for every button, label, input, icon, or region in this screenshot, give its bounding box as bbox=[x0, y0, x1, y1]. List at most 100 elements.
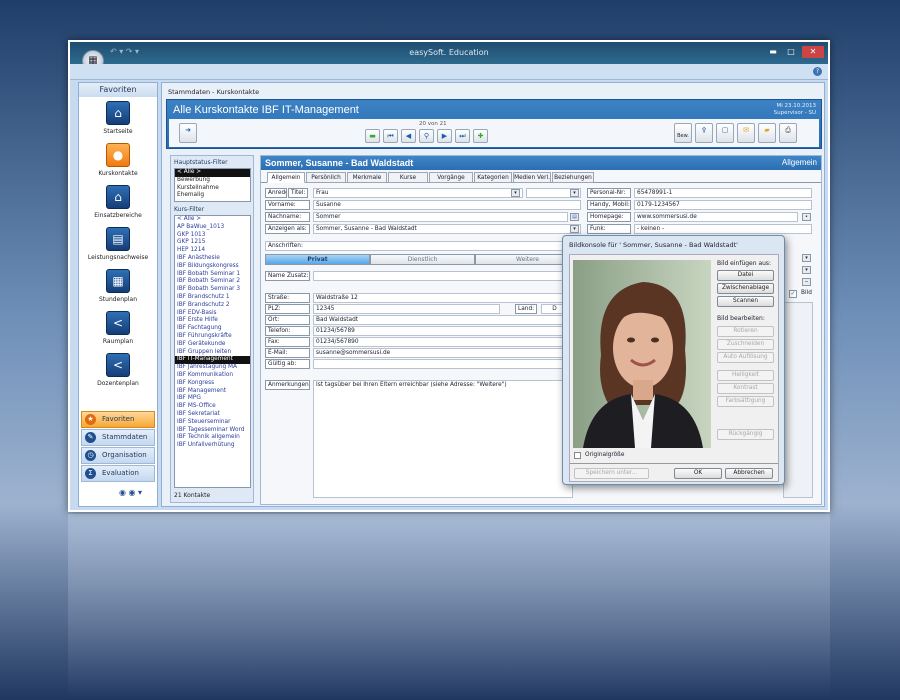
sidebar-item-startseite[interactable]: ⌂ Startseite bbox=[79, 101, 157, 135]
name-zusatz-field[interactable] bbox=[313, 271, 573, 281]
course-filter-item[interactable]: HEP 1214 bbox=[175, 247, 250, 255]
sidebar-item-leistungsnachweise[interactable]: ▤ Leistungsnachweise bbox=[79, 227, 157, 261]
picture-box[interactable] bbox=[783, 302, 813, 498]
export-button[interactable]: ➜ bbox=[179, 123, 197, 143]
course-filter-item[interactable]: IBF Unfallverhütung bbox=[175, 442, 250, 450]
course-filter-item[interactable]: IBF Brandschutz 1 bbox=[175, 294, 250, 302]
rueckgaengig-button[interactable]: Rückgängig bbox=[717, 429, 774, 440]
course-filter-item[interactable]: IBF Management bbox=[175, 388, 250, 396]
chevron-down-icon[interactable]: ▾ bbox=[802, 254, 811, 262]
tab-kurse[interactable]: Kurse bbox=[388, 172, 428, 183]
zwischenablage-button[interactable]: Zwischenablage bbox=[717, 283, 774, 294]
nav-options-icon[interactable]: ◉ ◉ ▾ bbox=[119, 488, 142, 497]
close-button[interactable]: ✕ bbox=[802, 46, 824, 58]
handy-field[interactable]: 0179-1234567 bbox=[634, 200, 812, 210]
address-tab-privat[interactable]: Privat bbox=[265, 254, 370, 265]
kontrast-button[interactable]: Kontrast bbox=[717, 383, 774, 394]
filter-button[interactable]: ⚴ bbox=[695, 123, 713, 143]
course-filter-item[interactable]: IBF IT-Management bbox=[175, 356, 250, 365]
sidebar-item-kurskontakte[interactable]: ● Kurskontakte bbox=[79, 143, 157, 177]
category-evaluation[interactable]: Σ Evaluation bbox=[81, 465, 155, 482]
add-record-button[interactable]: ✚ bbox=[473, 129, 488, 143]
course-filter-item[interactable]: IBF Gerätekunde bbox=[175, 341, 250, 349]
next-record-button[interactable]: ▶ bbox=[437, 129, 452, 143]
helligkeit-button[interactable]: Helligkeit bbox=[717, 370, 774, 381]
chevron-down-icon[interactable]: ▾ bbox=[570, 225, 579, 233]
bewerbung-button[interactable]: Bew. bbox=[674, 123, 692, 143]
tab-allgemein[interactable]: Allgemein bbox=[267, 172, 305, 183]
funk-field[interactable]: - keinen - bbox=[634, 224, 812, 234]
course-filter-list[interactable]: < Alle > AP BaWue_1013 GKP 1013 GKP 1215 HEP… bbox=[174, 215, 251, 488]
maximize-button[interactable]: □ bbox=[782, 46, 800, 58]
course-filter-item[interactable]: IBF Anästhesie bbox=[175, 255, 250, 263]
strasse-field[interactable]: Waldstraße 12 bbox=[313, 293, 573, 303]
card-icon[interactable]: ▤ bbox=[570, 213, 579, 221]
course-filter-item[interactable]: IBF Erste Hilfe bbox=[175, 317, 250, 325]
category-organisation[interactable]: ◷ Organisation bbox=[81, 447, 155, 464]
course-filter-item[interactable]: IBF Bobath Seminar 3 bbox=[175, 286, 250, 294]
auto-aufloesung-button[interactable]: Auto Auflösung bbox=[717, 352, 774, 363]
status-filter-item[interactable]: Bewerbung bbox=[175, 177, 250, 185]
course-filter-item[interactable]: IBF Kommunikation bbox=[175, 372, 250, 380]
minimize-button[interactable]: ▬ bbox=[764, 46, 782, 58]
course-filter-item[interactable]: GKP 1013 bbox=[175, 232, 250, 240]
telefon-field[interactable]: 01234/56789 bbox=[313, 326, 573, 336]
anmerkungen-field[interactable]: Ist tagsüber bei Ihren Eltern erreichbar… bbox=[313, 380, 573, 498]
status-filter-item[interactable]: Kursteilnahme bbox=[175, 185, 250, 193]
status-filter-item[interactable]: < Alle > bbox=[175, 169, 250, 177]
address-tab-dienstlich[interactable]: Dienstlich bbox=[370, 254, 475, 265]
help-icon[interactable]: ? bbox=[813, 67, 822, 76]
sidebar-item-raumplan[interactable]: < Raumplan bbox=[79, 311, 157, 345]
datei-button[interactable]: Datei bbox=[717, 270, 774, 281]
vorname-field[interactable]: Susanne bbox=[313, 200, 581, 210]
open-link-button[interactable]: • bbox=[802, 213, 811, 221]
homepage-field[interactable]: www.sommersusi.de bbox=[634, 212, 798, 222]
chevron-down-icon[interactable]: ▾ bbox=[570, 189, 579, 197]
cancel-button[interactable]: Abbrechen bbox=[725, 468, 773, 479]
minus-icon[interactable]: − bbox=[802, 278, 811, 286]
course-filter-item[interactable]: IBF EDV-Basis bbox=[175, 310, 250, 318]
zuschneiden-button[interactable]: Zuschneiden bbox=[717, 339, 774, 350]
tab-persönlich[interactable]: Persönlich bbox=[306, 172, 346, 183]
chevron-down-icon[interactable]: ▾ bbox=[802, 266, 811, 274]
status-filter-list[interactable]: < Alle > Bewerbung Kursteilnahme Ehemalig bbox=[174, 168, 251, 202]
print-button[interactable]: ⎙ bbox=[779, 123, 797, 143]
anzeigen-select[interactable]: Sommer, Susanne - Bad Waldstadt bbox=[313, 224, 581, 234]
tab-merkmale[interactable]: Merkmale bbox=[347, 172, 387, 183]
course-filter-item[interactable]: IBF Fachtagung bbox=[175, 325, 250, 333]
nachname-field[interactable]: Sommer bbox=[313, 212, 568, 222]
course-filter-item[interactable]: IBF Führungskräfte bbox=[175, 333, 250, 341]
tab-vorgänge[interactable]: Vorgänge bbox=[429, 172, 473, 183]
course-filter-item[interactable]: IBF MS-Office bbox=[175, 403, 250, 411]
tab-beziehungen[interactable]: Beziehungen bbox=[552, 172, 594, 183]
course-filter-item[interactable]: IBF Tagesseminar Word bbox=[175, 427, 250, 435]
course-filter-item[interactable]: IBF Steuerseminar bbox=[175, 419, 250, 427]
originalgroesse-checkbox[interactable] bbox=[574, 452, 581, 459]
save-as-button[interactable]: Speichern unter... bbox=[574, 468, 649, 479]
email-field[interactable]: susanne@sommersusi.de bbox=[313, 348, 573, 358]
course-filter-item[interactable]: IBF Gruppen leiten bbox=[175, 349, 250, 357]
tab-kategorien[interactable]: Kategorien bbox=[474, 172, 512, 183]
sidebar-item-dozentenplan[interactable]: < Dozentenplan bbox=[79, 353, 157, 387]
mail-button[interactable]: ✉ bbox=[737, 123, 755, 143]
personal-nr-field[interactable]: 65478991-1 bbox=[634, 188, 812, 198]
scannen-button[interactable]: Scannen bbox=[717, 296, 774, 307]
gueltig-field[interactable] bbox=[313, 359, 573, 369]
sidebar-item-einsatzbereiche[interactable]: ⌂ Einsatzbereiche bbox=[79, 185, 157, 219]
anrede-select[interactable]: Frau bbox=[313, 188, 523, 198]
category-stammdaten[interactable]: ✎ Stammdaten bbox=[81, 429, 155, 446]
ok-button[interactable]: OK bbox=[674, 468, 722, 479]
last-record-button[interactable]: ⏭ bbox=[455, 129, 470, 143]
course-filter-item[interactable]: IBF Sekretariat bbox=[175, 411, 250, 419]
course-filter-item[interactable]: < Alle > bbox=[175, 216, 250, 224]
quick-access-undo-redo-icon[interactable]: ↶ ▾ ↷ ▾ bbox=[110, 47, 139, 56]
first-record-button[interactable]: ⏮ bbox=[383, 129, 398, 143]
bild-checkbox[interactable]: ✓ bbox=[789, 290, 797, 298]
delete-record-button[interactable]: ▬ bbox=[365, 129, 380, 143]
course-filter-item[interactable]: IBF Bobath Seminar 1 bbox=[175, 271, 250, 279]
chevron-down-icon[interactable]: ▾ bbox=[511, 189, 520, 197]
sidebar-item-stundenplan[interactable]: ▦ Stundenplan bbox=[79, 269, 157, 303]
course-filter-item[interactable]: IBF Brandschutz 2 bbox=[175, 302, 250, 310]
course-filter-item[interactable]: IBF Bobath Seminar 2 bbox=[175, 278, 250, 286]
prev-record-button[interactable]: ◀ bbox=[401, 129, 416, 143]
